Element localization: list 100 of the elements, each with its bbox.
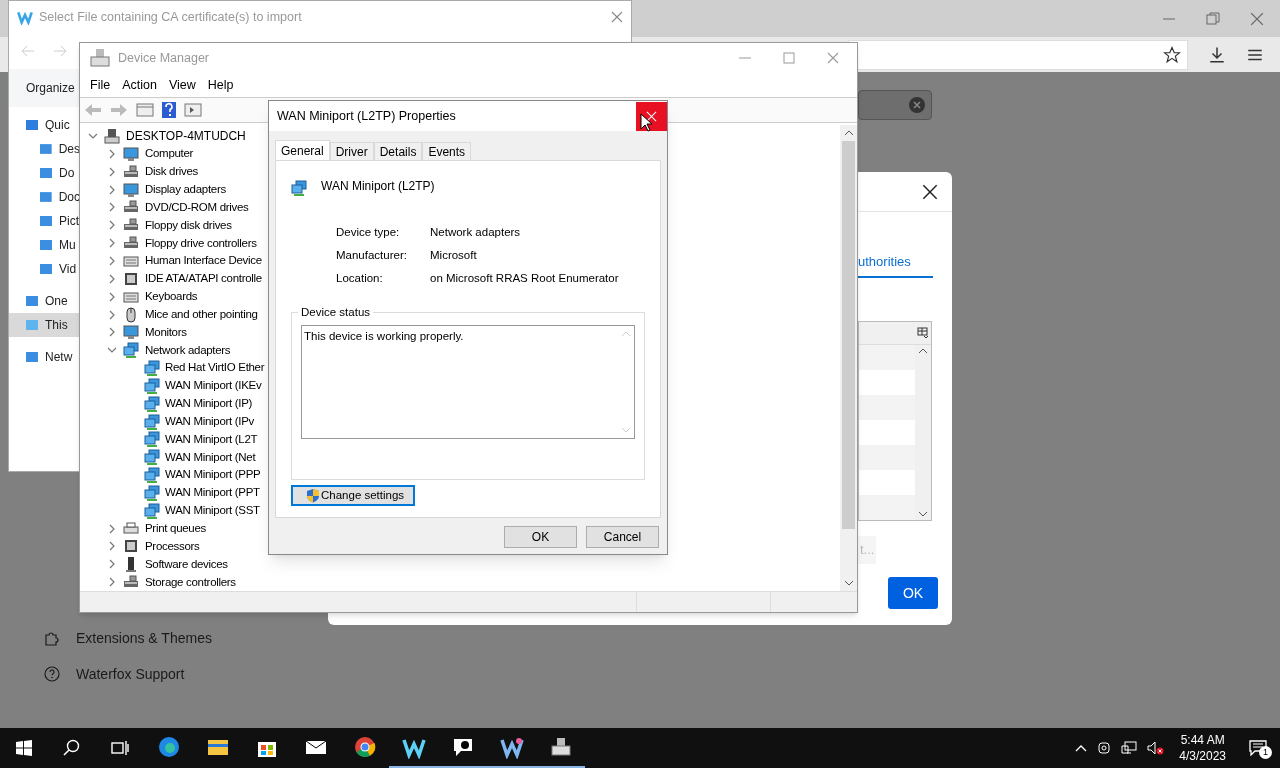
clock-time[interactable]: 5:44 AM [1180, 732, 1225, 748]
tab[interactable]: Events [422, 142, 472, 160]
menu-item[interactable]: Action [116, 75, 163, 95]
chevron-icon[interactable] [107, 291, 117, 302]
webcam-icon[interactable] [1097, 741, 1112, 755]
tree-item[interactable]: WAN Miniport (IP) [165, 395, 253, 413]
clear-icon[interactable] [909, 97, 925, 113]
chevron-icon[interactable] [107, 541, 117, 552]
nav-item[interactable]: This [9, 313, 80, 337]
folder-icon [39, 142, 53, 156]
organize-button[interactable]: Organize [26, 79, 75, 97]
chevron-icon[interactable] [107, 559, 117, 570]
tree-item[interactable]: Monitors [145, 323, 187, 341]
scroll-down-icon[interactable] [843, 579, 854, 587]
scroll-thumb[interactable] [842, 141, 855, 529]
tree-item[interactable]: DESKTOP-4MTUDCH [126, 127, 246, 145]
menu-item[interactable]: Extensions & Themes [76, 627, 212, 649]
ok-button[interactable]: OK [504, 526, 577, 548]
windows-logo-icon [16, 740, 32, 756]
chevron-icon[interactable] [107, 220, 117, 231]
tree-item[interactable]: WAN Miniport (SST [165, 502, 260, 520]
help-icon[interactable] [162, 102, 176, 118]
column-picker-icon[interactable] [917, 327, 929, 339]
scrollbar[interactable] [915, 345, 931, 520]
tree-item[interactable]: Storage controllers [145, 573, 236, 591]
tree-item[interactable]: Computer [145, 145, 194, 163]
nav-item[interactable]: Des [9, 137, 80, 161]
nav-item[interactable]: One [9, 289, 80, 313]
folder-icon [25, 294, 39, 308]
chevron-icon[interactable] [107, 238, 117, 249]
tree-item[interactable]: Human Interface Device [145, 252, 262, 270]
nav-item[interactable]: Quic [9, 113, 80, 137]
scrollbar[interactable] [840, 125, 857, 591]
nav-item[interactable]: Pict [9, 209, 80, 233]
tree-item[interactable]: Software devices [145, 555, 228, 573]
puzzle-icon [44, 630, 60, 646]
scroll-up-icon[interactable] [843, 129, 854, 137]
nav-item[interactable]: Netw [9, 345, 80, 369]
keyboard-icon [123, 253, 139, 269]
change-settings-button[interactable]: Change settings [291, 485, 415, 506]
tree-item[interactable]: DVD/CD-ROM drives [145, 198, 249, 217]
fox-logo-icon [17, 9, 33, 25]
chevron-icon[interactable] [107, 184, 117, 195]
tree-item[interactable]: WAN Miniport (L2T [165, 430, 258, 449]
tree-item[interactable]: Keyboards [145, 288, 198, 306]
nav-item[interactable]: Do [9, 161, 80, 185]
scroll-down-icon[interactable] [918, 510, 928, 518]
properties-icon[interactable] [136, 103, 154, 117]
tab[interactable]: Details [373, 142, 423, 160]
tree-item[interactable]: Mice and other pointing [145, 305, 258, 324]
notification-button[interactable]: 1 [1236, 728, 1280, 768]
tree-item[interactable]: WAN Miniport (IKEv [165, 377, 262, 395]
cancel-button[interactable]: Cancel [586, 526, 659, 548]
view-icon[interactable] [184, 103, 202, 117]
tree-item[interactable]: Display adapters [145, 181, 226, 199]
chevron-icon[interactable] [107, 327, 117, 338]
star-icon[interactable] [1163, 45, 1181, 64]
tree-item[interactable]: Floppy disk drives [145, 216, 232, 234]
menu-item[interactable]: Help [201, 75, 240, 95]
speaker-muted-icon[interactable] [1147, 741, 1166, 755]
field-label: Manufacturer: [336, 248, 408, 263]
chevron-icon[interactable] [107, 166, 117, 177]
chevron-icon[interactable] [88, 131, 98, 141]
tree-item[interactable]: WAN Miniport (IPv [165, 412, 255, 431]
download-icon[interactable] [1208, 45, 1226, 64]
clock-date[interactable]: 4/3/2023 [1179, 748, 1226, 764]
nav-item[interactable]: Mu [9, 233, 80, 257]
tree-item[interactable]: Floppy drive controllers [145, 234, 257, 252]
chevron-icon[interactable] [107, 577, 117, 588]
chevron-icon[interactable] [107, 523, 117, 534]
nav-item[interactable]: Vid [9, 257, 80, 281]
tree-item[interactable]: Red Hat VirtIO Ether [165, 359, 265, 377]
monitor-icon [123, 181, 139, 198]
menu-item[interactable]: Waterfox Support [76, 663, 185, 685]
tree-item[interactable]: WAN Miniport (PPP [165, 466, 261, 484]
tree-item[interactable]: IDE ATA/ATAPI controlle [145, 270, 262, 288]
window-title: WAN Miniport (L2TP) Properties [276, 107, 457, 125]
chevron-icon[interactable] [107, 256, 117, 266]
menu-item[interactable]: File [84, 75, 117, 95]
tab[interactable]: General [275, 140, 330, 160]
chevron-icon[interactable] [107, 309, 117, 320]
tree-item[interactable]: WAN Miniport (PPT [165, 484, 260, 502]
chevron-up-icon[interactable] [1075, 744, 1088, 752]
nav-item[interactable]: Doc [9, 185, 80, 209]
menu-item[interactable]: View [162, 75, 202, 95]
tree-item[interactable]: Network adapters [145, 341, 231, 359]
tree-item[interactable]: Disk drives [145, 163, 198, 181]
chip-icon [123, 270, 139, 287]
tab[interactable]: Driver [329, 142, 374, 160]
chevron-icon[interactable] [107, 202, 117, 213]
tree-item[interactable]: WAN Miniport (Net [165, 448, 256, 466]
restore-icon[interactable] [1206, 11, 1220, 26]
tree-item[interactable]: Print queues [145, 520, 206, 538]
scroll-up-icon[interactable] [918, 347, 928, 355]
network-status-icon[interactable] [1121, 741, 1138, 755]
search-field[interactable] [858, 90, 932, 120]
chevron-icon[interactable] [107, 273, 117, 284]
ok-button[interactable]: OK [888, 577, 938, 609]
tree-item[interactable]: Processors [145, 537, 200, 556]
chevron-icon[interactable] [107, 148, 117, 159]
